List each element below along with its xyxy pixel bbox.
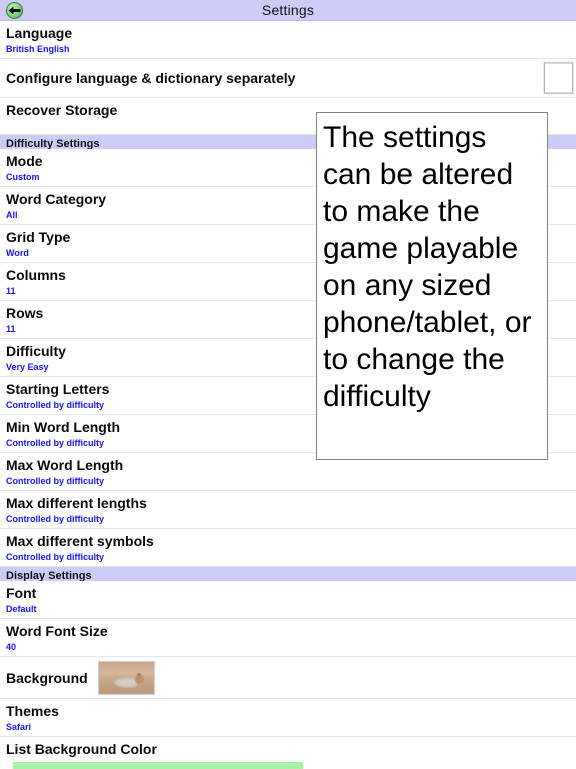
setting-row-background[interactable]: Background <box>0 657 576 699</box>
page-title: Settings <box>261 2 315 18</box>
row-value: Controlled by difficulty <box>6 476 104 486</box>
cheetah-thumbnail-image[interactable] <box>97 661 155 695</box>
callout-overlay: The settings can be altered to make the … <box>316 112 548 460</box>
setting-row-configure-language-dictionary-separately[interactable]: Configure language & dictionary separate… <box>0 59 576 98</box>
section-header-display-settings: Display Settings <box>0 567 576 582</box>
row-value: Safari <box>6 722 32 732</box>
row-value: 40 <box>6 642 17 652</box>
row-value: British English <box>6 44 70 54</box>
back-button[interactable] <box>6 2 23 19</box>
setting-row-font[interactable]: Font Default <box>0 581 576 619</box>
row-title: Font <box>6 585 37 601</box>
row-title: Max different lengths <box>6 495 147 511</box>
setting-row-language[interactable]: Language British English <box>0 21 576 59</box>
setting-row-list-background-color[interactable]: List Background Color <box>0 737 576 769</box>
row-title: Language <box>6 25 73 41</box>
row-title: Background <box>6 669 88 686</box>
row-title: Word Font Size <box>6 623 108 639</box>
row-value: Default <box>6 604 37 614</box>
row-value: Controlled by difficulty <box>6 552 104 562</box>
setting-row-word-font-size[interactable]: Word Font Size 40 <box>0 619 576 657</box>
setting-row-max-different-lengths[interactable]: Max different lengths Controlled by diff… <box>0 491 576 529</box>
callout-text: The settings can be altered to make the … <box>323 121 532 413</box>
setting-row-themes[interactable]: Themes Safari <box>0 699 576 737</box>
row-value: Controlled by difficulty <box>6 514 104 524</box>
title-bar: Settings <box>0 0 576 21</box>
setting-row-max-different-symbols[interactable]: Max different symbols Controlled by diff… <box>0 529 576 567</box>
row-title: Themes <box>6 703 59 719</box>
row-title: List Background Color <box>6 741 157 757</box>
back-arrow-icon <box>8 6 21 15</box>
row-title: Configure language & dictionary separate… <box>6 70 296 86</box>
row-title: Max different symbols <box>6 533 154 549</box>
configure-separately-checkbox[interactable] <box>544 62 573 94</box>
